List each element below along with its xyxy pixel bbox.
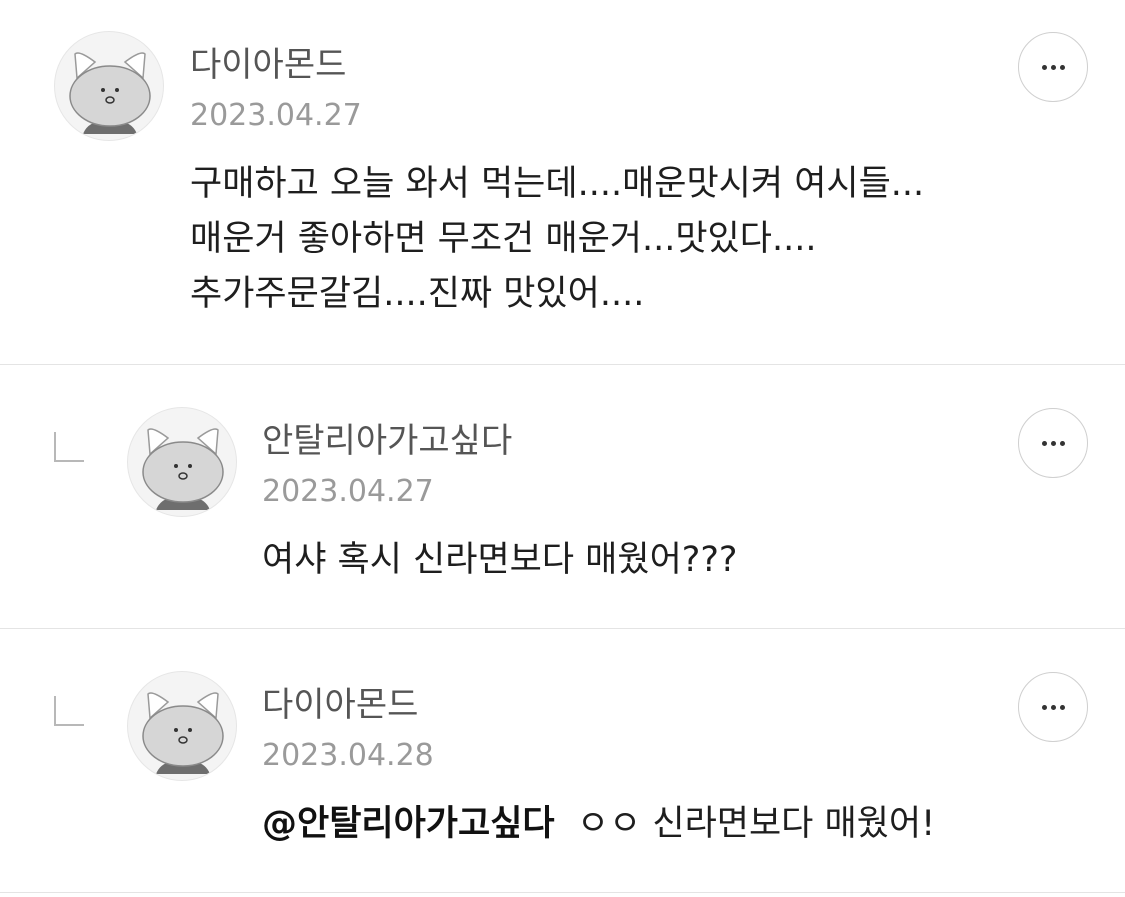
reply-indicator-icon [54,432,84,462]
cat-avatar-icon[interactable] [127,671,237,781]
cat-avatar-icon[interactable] [54,31,164,141]
comment-date: 2023.04.27 [262,474,434,509]
more-options-icon [1041,704,1047,710]
comment-item: 다이아몬드 2023.04.27 구매하고 오늘 와서 먹는데....매운맛시켜… [0,0,1125,365]
more-options-button[interactable] [1018,32,1088,102]
cat-avatar-icon[interactable] [127,407,237,517]
author-name[interactable]: 다이아몬드 [190,45,346,85]
comment-item: 안탈리아가고싶다 2023.04.27 여샤 혹시 신라면보다 매웠어??? [0,365,1125,629]
author-name[interactable]: 안탈리아가고싶다 [262,421,512,461]
user-mention[interactable]: @안탈리아가고싶다 [262,804,555,844]
comment-item: 다이아몬드 2023.04.28 @안탈리아가고싶다 ㅇㅇ 신라면보다 매웠어! [0,629,1125,893]
author-name[interactable]: 다이아몬드 [262,685,418,725]
more-options-button[interactable] [1018,408,1088,478]
comment-body-text: ㅇㅇ 신라면보다 매웠어! [554,804,936,844]
comment-date: 2023.04.27 [190,98,362,133]
comment-body: 여샤 혹시 신라면보다 매웠어??? [262,540,738,580]
comment-body: 구매하고 오늘 와서 먹는데....매운맛시켜 여시들... 매운거 좋아하면 … [190,164,925,314]
reply-indicator-icon [54,696,84,726]
comment-date: 2023.04.28 [262,738,434,773]
more-options-button[interactable] [1018,672,1088,742]
more-options-icon [1041,440,1047,446]
more-options-icon [1041,64,1047,70]
comment-body: @안탈리아가고싶다 ㅇㅇ 신라면보다 매웠어! [262,797,935,852]
